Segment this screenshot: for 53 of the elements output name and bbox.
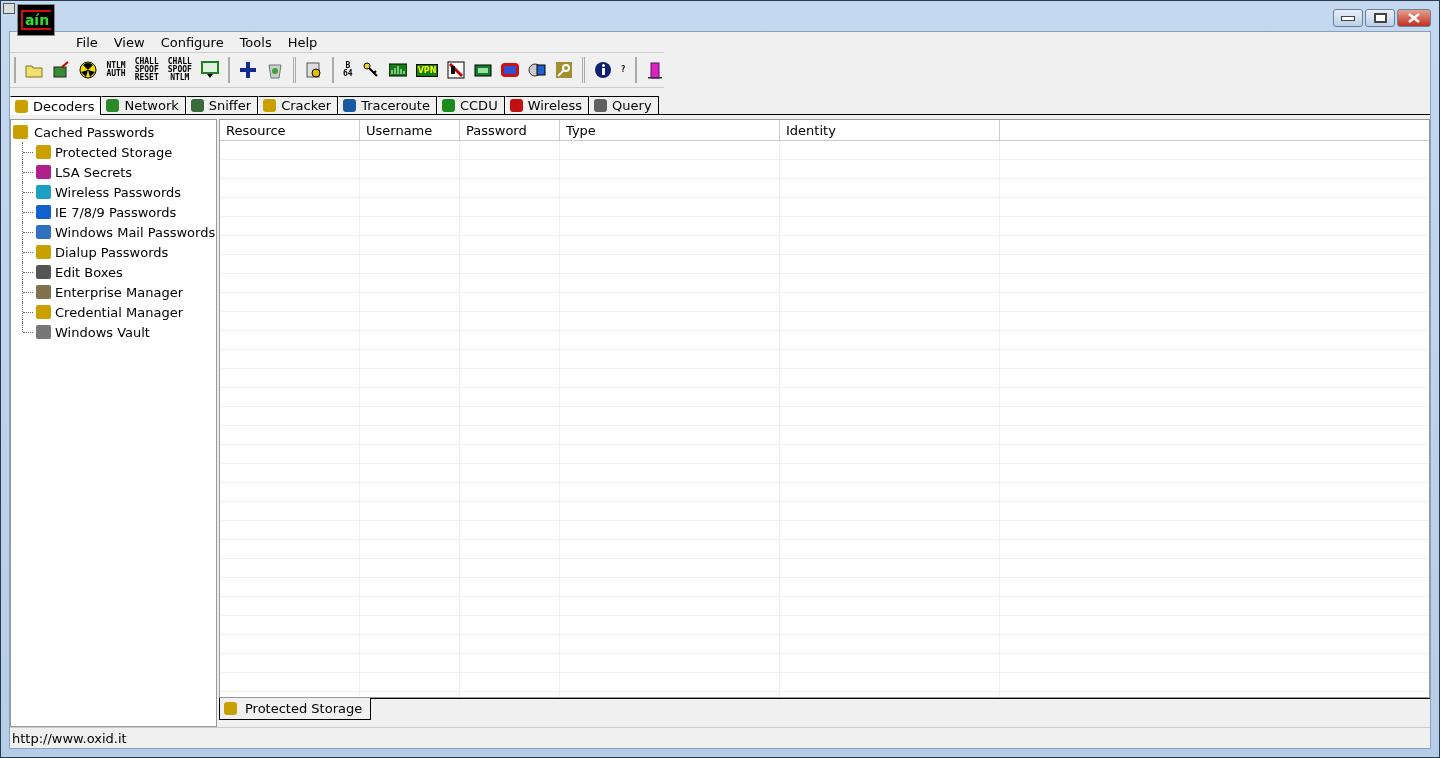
tree-item[interactable]: Wireless Passwords [11, 182, 216, 202]
app-logo: aín [17, 4, 55, 36]
tab[interactable]: Traceroute [338, 96, 437, 114]
tree-item[interactable]: Credential Manager [11, 302, 216, 322]
screen-icon[interactable] [501, 61, 520, 79]
tree-item[interactable]: Dialup Passwords [11, 242, 216, 262]
tree-item[interactable]: Enterprise Manager [11, 282, 216, 302]
tab[interactable]: Cracker [258, 96, 339, 114]
tree-item[interactable]: LSA Secrets [11, 162, 216, 182]
toolbar-button[interactable]: NTLM AUTH [106, 62, 126, 78]
key-icon[interactable] [361, 61, 380, 79]
toolbar-button[interactable]: CHALL SPOOF NTLM [167, 58, 192, 82]
close-icon [1407, 13, 1421, 23]
close-button[interactable] [1397, 9, 1431, 27]
column-header[interactable]: Username [360, 120, 460, 140]
exit-icon[interactable] [646, 61, 664, 79]
toolbar-button[interactable]: ? [620, 66, 626, 74]
menu-item[interactable]: Help [279, 34, 326, 50]
tree-item[interactable]: Edit Boxes [11, 262, 216, 282]
system-menu-button[interactable] [3, 3, 15, 14]
status-text: http://www.oxid.it [12, 730, 127, 746]
plus-icon[interactable] [239, 61, 258, 79]
toolbar-button[interactable]: B 64 [343, 62, 353, 78]
tree-item[interactable]: IE 7/8/9 Passwords [11, 202, 216, 222]
tree-item[interactable]: Windows Vault [11, 322, 216, 342]
meter-icon[interactable] [388, 61, 407, 79]
column-header[interactable]: Resource [220, 120, 360, 140]
tab[interactable]: Decoders [10, 96, 102, 115]
tab[interactable]: Query [589, 96, 659, 114]
minimize-button[interactable] [1333, 9, 1363, 27]
monitor-icon[interactable] [200, 61, 219, 79]
menu-item[interactable]: Configure [152, 34, 232, 50]
tab[interactable]: Network [101, 96, 186, 114]
restore-button[interactable] [1365, 9, 1395, 27]
tab[interactable]: Wireless [504, 96, 590, 114]
tree-item[interactable]: Cached Passwords [11, 122, 216, 142]
card-icon[interactable] [474, 61, 493, 79]
column-header[interactable]: Identity [780, 120, 1000, 140]
bin-icon[interactable] [266, 61, 285, 79]
tab[interactable]: Protected Storage [219, 698, 372, 720]
menu-item[interactable]: View [105, 34, 153, 50]
nuke-icon[interactable] [79, 61, 98, 79]
info-icon[interactable] [593, 61, 612, 79]
tab[interactable]: Sniffer [185, 96, 259, 114]
tree-item[interactable]: Protected Storage [11, 142, 216, 162]
column-header[interactable]: Type [560, 120, 780, 140]
tree-item[interactable]: Windows Mail Passwords [11, 222, 216, 242]
menu-item[interactable]: Tools [231, 34, 280, 50]
toolbar-button[interactable]: VPN [415, 63, 439, 77]
toolbar-button[interactable]: CHALL SPOOF RESET [134, 58, 159, 82]
column-header[interactable]: Password [460, 120, 560, 140]
tab[interactable]: CCDU [436, 96, 505, 114]
menu-item[interactable]: File [68, 34, 106, 50]
